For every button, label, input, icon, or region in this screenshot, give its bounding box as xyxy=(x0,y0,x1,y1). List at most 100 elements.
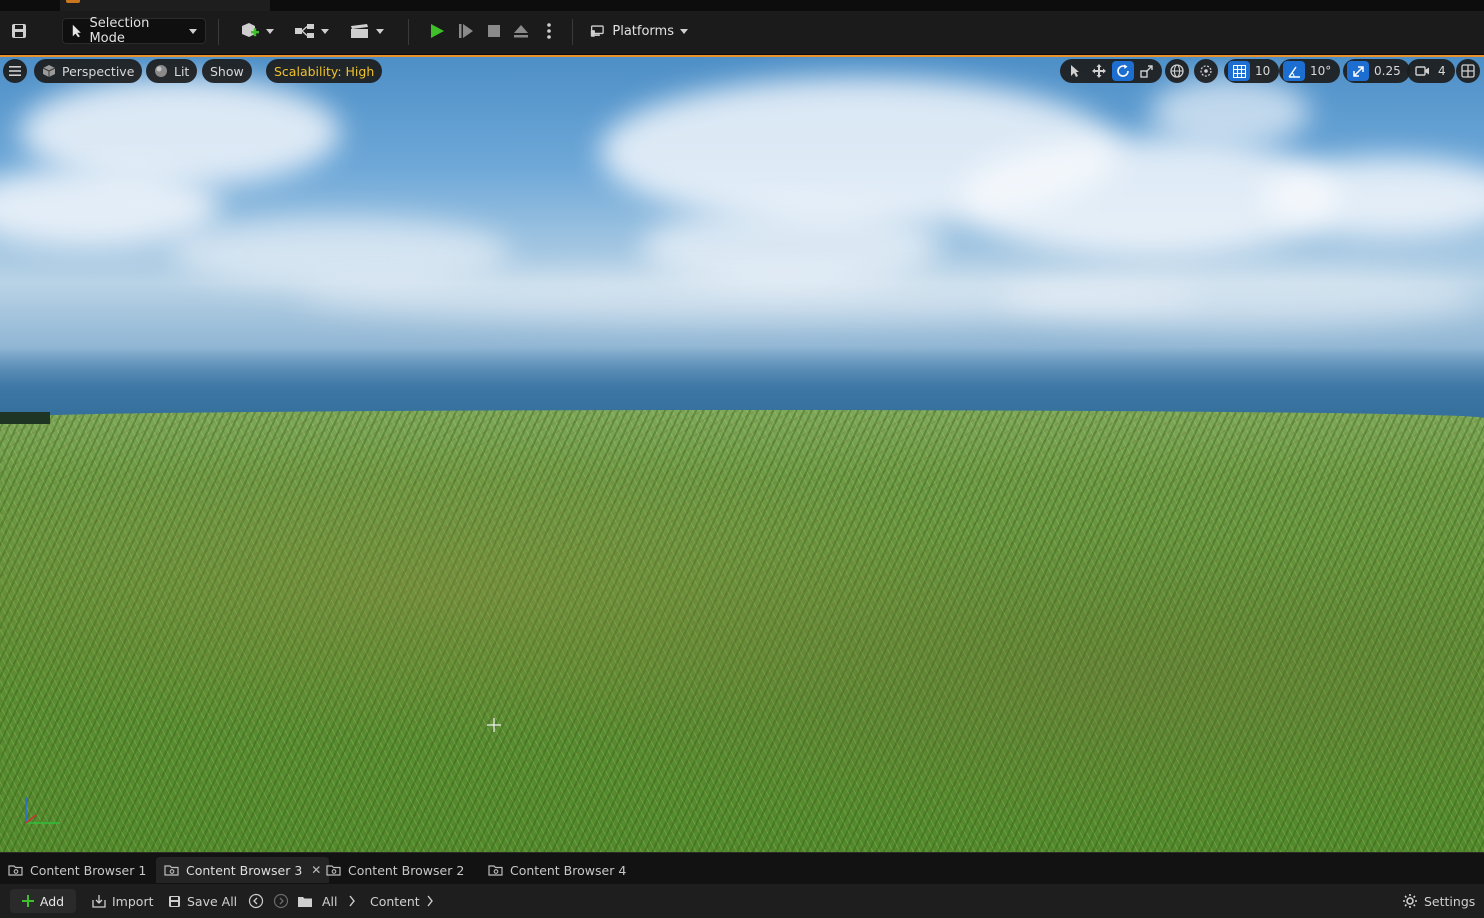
tab-content-browser-4[interactable]: Content Browser 4 xyxy=(480,857,634,883)
blueprints-button[interactable] xyxy=(292,18,330,44)
save-all-button[interactable]: Save All xyxy=(168,889,237,913)
eject-button[interactable] xyxy=(510,18,532,44)
show-label: Show xyxy=(210,63,244,79)
grid-snap-icon[interactable] xyxy=(1228,61,1250,81)
grid-snap-value[interactable]: 10 xyxy=(1252,64,1275,78)
surface-snap-icon xyxy=(1200,65,1212,77)
lit-label: Lit xyxy=(174,63,190,79)
level-tab-marker xyxy=(66,0,80,3)
scale-snap-icon[interactable] xyxy=(1347,61,1369,81)
viewport-layout-button[interactable] xyxy=(1456,59,1480,83)
cloud xyxy=(1000,267,1480,327)
tab-content-browser-3[interactable]: Content Browser 3 ✕ xyxy=(156,857,330,883)
main-toolbar: Selection Mode Platforms xyxy=(0,11,1484,55)
breadcrumb-all-label: All xyxy=(322,893,338,909)
tab-label: Content Browser 3 xyxy=(186,862,303,878)
eject-icon xyxy=(514,25,528,38)
toolbar-divider xyxy=(218,19,219,45)
content-browser-icon xyxy=(326,865,341,876)
stop-button[interactable] xyxy=(483,18,505,44)
history-back-button[interactable] xyxy=(248,889,264,913)
step-forward-icon xyxy=(459,24,473,38)
content-browser-toolbar: Add Import Save All All Content Settings xyxy=(0,884,1484,918)
select-tool-icon[interactable] xyxy=(1064,61,1086,81)
level-tab[interactable] xyxy=(60,0,270,11)
viewport-menu-button[interactable] xyxy=(3,59,27,83)
scalability-label: Scalability: High xyxy=(274,63,375,79)
tab-label: Content Browser 4 xyxy=(510,862,627,878)
add-button[interactable]: Add xyxy=(10,889,76,913)
history-forward-button[interactable] xyxy=(273,889,289,913)
platforms-icon xyxy=(590,25,604,37)
save-all-label: Save All xyxy=(187,893,238,909)
breadcrumb-content[interactable]: Content xyxy=(370,889,420,913)
chevron-right-icon[interactable] xyxy=(348,889,356,913)
content-browser-icon xyxy=(488,865,503,876)
save-icon[interactable] xyxy=(8,18,30,44)
breadcrumb-all[interactable]: All xyxy=(322,889,338,913)
blueprint-nodes-icon xyxy=(294,24,314,38)
folder-icon xyxy=(298,896,312,907)
chevron-down-icon xyxy=(680,28,688,34)
show-flags-button[interactable]: Show xyxy=(202,59,252,83)
scale-tool-icon[interactable] xyxy=(1136,61,1158,81)
rotation-snap-value[interactable]: 10° xyxy=(1307,64,1336,78)
camera-icon[interactable] xyxy=(1411,61,1433,81)
surface-snapping-toggle[interactable] xyxy=(1194,59,1218,83)
scale-snap-group[interactable]: 0.25 xyxy=(1343,59,1410,83)
tab-content-browser-2[interactable]: Content Browser 2 xyxy=(318,857,472,883)
play-button[interactable] xyxy=(426,18,448,44)
play-options-button[interactable] xyxy=(542,18,556,44)
globe-icon xyxy=(1170,64,1184,78)
add-actor-button[interactable] xyxy=(236,18,276,44)
selection-mode-dropdown[interactable]: Selection Mode xyxy=(62,16,206,46)
angle-snap-icon[interactable] xyxy=(1283,61,1305,81)
play-icon xyxy=(431,24,444,38)
camera-speed-group[interactable]: 4 xyxy=(1407,59,1455,83)
sources-folder-button[interactable] xyxy=(297,889,313,913)
tab-content-browser-1[interactable]: Content Browser 1 xyxy=(0,857,154,883)
platforms-label: Platforms xyxy=(612,23,674,39)
perspective-label: Perspective xyxy=(62,63,135,79)
back-arrow-icon xyxy=(248,893,264,909)
toolbar-divider xyxy=(408,19,409,45)
grid-snap-group[interactable]: 10 xyxy=(1224,59,1280,83)
cloud xyxy=(1150,77,1310,147)
rotation-snap-group[interactable]: 10° xyxy=(1279,59,1341,83)
gear-icon xyxy=(1403,894,1417,908)
axis-gizmo-icon xyxy=(25,797,60,824)
cube-icon xyxy=(42,65,56,77)
scale-snap-value[interactable]: 0.25 xyxy=(1371,64,1406,78)
camera-speed-value[interactable]: 4 xyxy=(1435,64,1451,78)
add-label: Add xyxy=(39,893,65,909)
rotate-tool-icon[interactable] xyxy=(1112,61,1134,81)
perspective-button[interactable]: Perspective xyxy=(34,59,143,83)
content-browser-tab-bar: Content Browser 1 Content Browser 3 ✕ Co… xyxy=(0,852,1484,884)
distant-object xyxy=(0,412,50,424)
settings-button[interactable]: Settings xyxy=(1402,889,1475,913)
grass-landscape xyxy=(0,410,1484,852)
scalability-warning[interactable]: Scalability: High xyxy=(266,59,383,83)
content-browser-icon xyxy=(164,865,179,876)
transform-tools-group xyxy=(1060,59,1162,83)
import-button[interactable]: Import xyxy=(92,889,154,913)
layout-grid-icon xyxy=(1461,64,1475,78)
clapperboard-icon xyxy=(350,24,368,38)
plus-icon xyxy=(21,895,34,907)
move-tool-icon[interactable] xyxy=(1088,61,1110,81)
chevron-right-icon[interactable] xyxy=(426,889,434,913)
chevron-down-icon xyxy=(265,28,274,34)
level-viewport[interactable]: Perspective Lit Show Scalability: High 1… xyxy=(0,57,1484,852)
save-all-icon xyxy=(169,895,180,907)
world-local-toggle[interactable] xyxy=(1165,59,1189,83)
import-icon xyxy=(92,895,106,908)
forward-arrow-icon xyxy=(273,893,289,909)
platforms-dropdown[interactable]: Platforms xyxy=(590,18,688,44)
lit-view-mode-button[interactable]: Lit xyxy=(146,59,198,83)
chevron-down-icon xyxy=(189,28,197,34)
import-label: Import xyxy=(112,893,154,909)
tab-label: Content Browser 1 xyxy=(30,862,147,878)
toolbar-divider xyxy=(572,19,573,45)
advance-frame-button[interactable] xyxy=(455,18,477,44)
cinematics-button[interactable] xyxy=(346,18,386,44)
